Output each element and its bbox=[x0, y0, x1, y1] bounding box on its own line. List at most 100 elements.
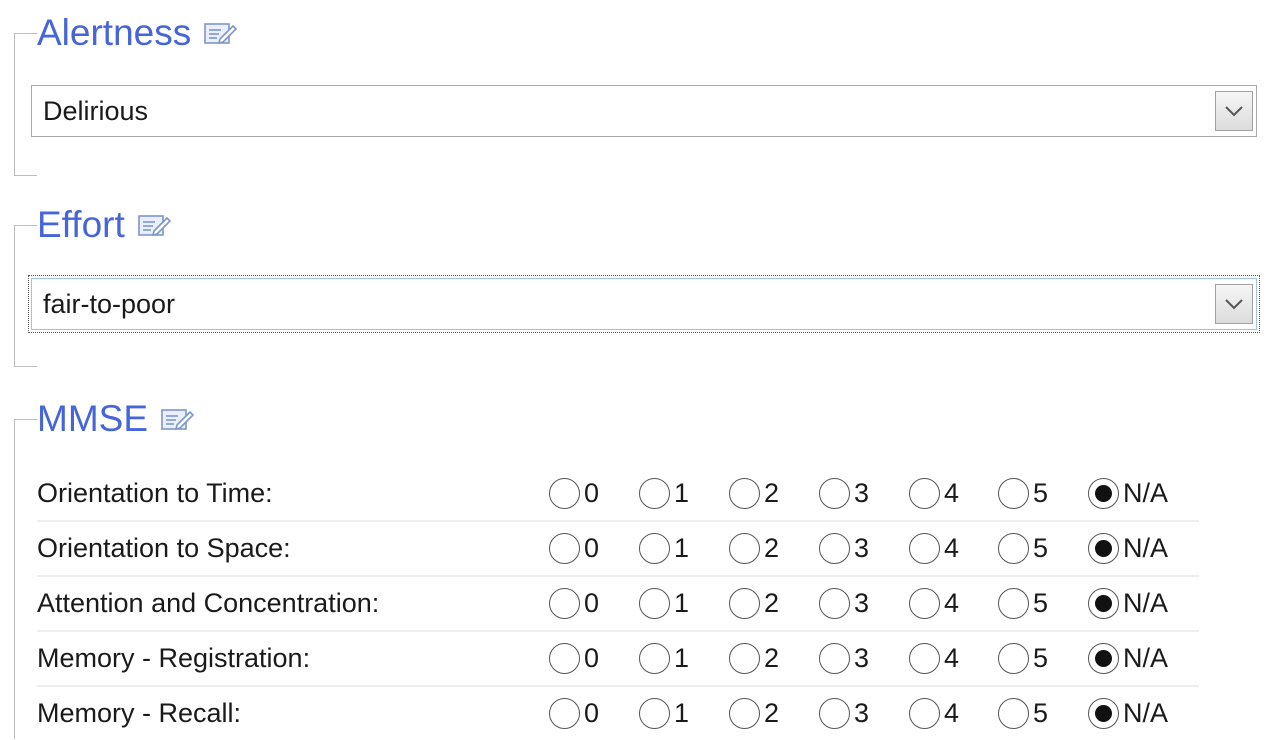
radio-option[interactable]: 4 bbox=[909, 577, 959, 630]
radio-unchecked-icon[interactable] bbox=[819, 698, 850, 729]
radio-option[interactable]: 3 bbox=[819, 467, 869, 520]
radio-option[interactable]: 4 bbox=[909, 687, 959, 740]
radio-option[interactable]: 2 bbox=[729, 687, 779, 740]
radio-unchecked-icon[interactable] bbox=[819, 533, 850, 564]
radio-option[interactable]: 0 bbox=[549, 577, 599, 630]
radio-unchecked-icon[interactable] bbox=[549, 588, 580, 619]
mmse-row-label: Attention and Concentration: bbox=[37, 588, 380, 618]
alertness-select[interactable]: Delirious bbox=[31, 85, 1257, 137]
radio-unchecked-icon[interactable] bbox=[729, 698, 760, 729]
radio-option-label: 4 bbox=[944, 533, 960, 563]
radio-option-label: 4 bbox=[944, 478, 960, 508]
radio-option[interactable]: 4 bbox=[909, 632, 959, 685]
radio-unchecked-icon[interactable] bbox=[819, 643, 850, 674]
radio-option[interactable]: 0 bbox=[549, 687, 599, 740]
radio-unchecked-icon[interactable] bbox=[549, 533, 580, 564]
radio-option[interactable]: 5 bbox=[998, 467, 1048, 520]
mmse-rows: Orientation to Time: 0 1 2 3 4 5 N/A Orientation… bbox=[37, 467, 1199, 740]
radio-option-label: 3 bbox=[854, 533, 870, 563]
radio-option[interactable]: 3 bbox=[819, 632, 869, 685]
radio-option[interactable]: 3 bbox=[819, 577, 869, 630]
radio-option[interactable]: 0 bbox=[549, 522, 599, 575]
radio-unchecked-icon[interactable] bbox=[998, 643, 1029, 674]
radio-option-label: 4 bbox=[944, 588, 960, 618]
radio-option[interactable]: 2 bbox=[729, 632, 779, 685]
radio-option[interactable]: 5 bbox=[998, 687, 1048, 740]
radio-checked-icon[interactable] bbox=[1088, 588, 1119, 619]
radio-unchecked-icon[interactable] bbox=[729, 533, 760, 564]
radio-unchecked-icon[interactable] bbox=[729, 588, 760, 619]
mmse-legend: MMSE bbox=[37, 397, 198, 441]
radio-option[interactable]: 2 bbox=[729, 577, 779, 630]
mmse-section: MMSE Orientation to Time: 0 1 2 3 4 5 N/A Orient… bbox=[14, 397, 1265, 740]
radio-option-label: 1 bbox=[674, 643, 690, 673]
radio-unchecked-icon[interactable] bbox=[909, 588, 940, 619]
radio-option[interactable]: 0 bbox=[549, 467, 599, 520]
effort-legend: Effort bbox=[37, 203, 175, 247]
edit-icon[interactable] bbox=[137, 211, 171, 239]
radio-option-label: 2 bbox=[764, 643, 780, 673]
radio-unchecked-icon[interactable] bbox=[729, 643, 760, 674]
radio-option-label: 1 bbox=[674, 698, 690, 728]
radio-option-label: 2 bbox=[764, 698, 780, 728]
radio-option[interactable]: 1 bbox=[639, 467, 689, 520]
chevron-down-icon[interactable] bbox=[1215, 91, 1253, 131]
radio-checked-icon[interactable] bbox=[1088, 533, 1119, 564]
radio-option[interactable]: 5 bbox=[998, 522, 1048, 575]
radio-unchecked-icon[interactable] bbox=[639, 643, 670, 674]
mmse-row: Orientation to Time: 0 1 2 3 4 5 N/A bbox=[37, 467, 1199, 522]
radio-unchecked-icon[interactable] bbox=[998, 698, 1029, 729]
effort-select[interactable]: fair-to-poor bbox=[28, 275, 1260, 333]
radio-unchecked-icon[interactable] bbox=[909, 478, 940, 509]
radio-unchecked-icon[interactable] bbox=[819, 478, 850, 509]
radio-unchecked-icon[interactable] bbox=[549, 478, 580, 509]
radio-option[interactable]: 1 bbox=[639, 577, 689, 630]
radio-unchecked-icon[interactable] bbox=[639, 533, 670, 564]
radio-option[interactable]: 0 bbox=[549, 632, 599, 685]
radio-option[interactable]: 3 bbox=[819, 687, 869, 740]
radio-option[interactable]: 5 bbox=[998, 577, 1048, 630]
radio-option[interactable]: 4 bbox=[909, 522, 959, 575]
section-border-top bbox=[15, 225, 37, 226]
radio-option[interactable]: N/A bbox=[1088, 577, 1168, 630]
mmse-row-label: Orientation to Space: bbox=[37, 533, 291, 563]
radio-option-label: 5 bbox=[1033, 478, 1049, 508]
radio-option[interactable]: N/A bbox=[1088, 687, 1168, 740]
radio-option-label: N/A bbox=[1123, 478, 1169, 508]
radio-unchecked-icon[interactable] bbox=[639, 478, 670, 509]
alertness-legend: Alertness bbox=[37, 11, 242, 55]
radio-unchecked-icon[interactable] bbox=[549, 698, 580, 729]
radio-option-label: 5 bbox=[1033, 588, 1049, 618]
radio-option[interactable]: 1 bbox=[639, 522, 689, 575]
edit-icon[interactable] bbox=[160, 405, 195, 433]
radio-unchecked-icon[interactable] bbox=[909, 698, 940, 729]
radio-option[interactable]: 3 bbox=[819, 522, 869, 575]
radio-unchecked-icon[interactable] bbox=[819, 588, 850, 619]
radio-option[interactable]: 1 bbox=[639, 687, 689, 740]
radio-unchecked-icon[interactable] bbox=[998, 533, 1029, 564]
radio-unchecked-icon[interactable] bbox=[998, 478, 1029, 509]
radio-option-label: 5 bbox=[1033, 698, 1049, 728]
radio-option[interactable]: N/A bbox=[1088, 632, 1168, 685]
chevron-down-icon[interactable] bbox=[1215, 284, 1253, 324]
radio-option[interactable]: 4 bbox=[909, 467, 959, 520]
radio-option-label: N/A bbox=[1123, 643, 1169, 673]
radio-unchecked-icon[interactable] bbox=[998, 588, 1029, 619]
radio-option[interactable]: N/A bbox=[1088, 467, 1168, 520]
radio-unchecked-icon[interactable] bbox=[729, 478, 760, 509]
radio-checked-icon[interactable] bbox=[1088, 643, 1119, 674]
edit-icon[interactable] bbox=[203, 19, 238, 47]
radio-unchecked-icon[interactable] bbox=[549, 643, 580, 674]
radio-option[interactable]: 5 bbox=[998, 632, 1048, 685]
radio-option-label: N/A bbox=[1123, 533, 1169, 563]
radio-unchecked-icon[interactable] bbox=[639, 588, 670, 619]
radio-option[interactable]: N/A bbox=[1088, 522, 1168, 575]
radio-checked-icon[interactable] bbox=[1088, 478, 1119, 509]
radio-checked-icon[interactable] bbox=[1088, 698, 1119, 729]
radio-option[interactable]: 2 bbox=[729, 467, 779, 520]
radio-unchecked-icon[interactable] bbox=[909, 533, 940, 564]
radio-option[interactable]: 2 bbox=[729, 522, 779, 575]
radio-option[interactable]: 1 bbox=[639, 632, 689, 685]
radio-unchecked-icon[interactable] bbox=[909, 643, 940, 674]
radio-unchecked-icon[interactable] bbox=[639, 698, 670, 729]
